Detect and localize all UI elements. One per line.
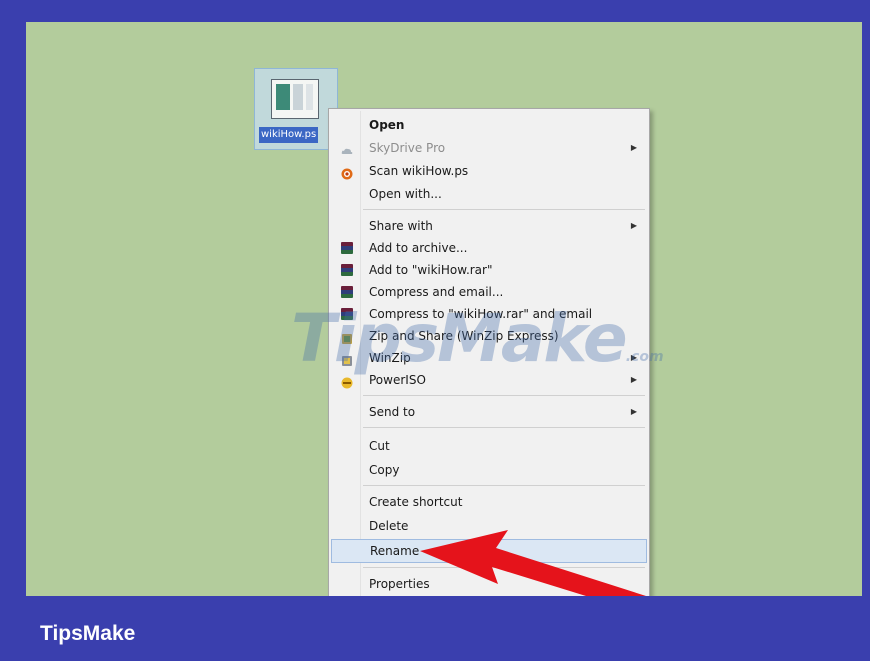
menu-item-label: Rename [370, 544, 420, 558]
menu-item-label: Properties [369, 577, 430, 591]
cloud-icon [341, 142, 353, 154]
menu-item-rename[interactable]: Rename [331, 539, 647, 563]
menu-item-winzip[interactable]: WinZip ▶ [331, 347, 647, 369]
menu-separator [363, 485, 645, 486]
rar-icon [341, 308, 353, 320]
footer-bar: TipsMake [0, 596, 870, 661]
winzip-icon [341, 330, 353, 344]
poweriso-icon [341, 374, 353, 389]
menu-item-poweriso[interactable]: PowerISO ▶ [331, 369, 647, 391]
menu-separator [363, 209, 645, 210]
menu-item-label: Open with... [369, 187, 442, 201]
document-thumbnail-icon [271, 79, 319, 119]
menu-item-label: PowerISO [369, 373, 426, 387]
submenu-arrow-icon: ▶ [630, 143, 637, 152]
menu-item-delete[interactable]: Delete [331, 515, 647, 537]
winzip-icon [341, 352, 353, 366]
menu-item-label: SkyDrive Pro [369, 141, 446, 155]
menu-item-label: Zip and Share (WinZip Express) [369, 329, 559, 343]
menu-item-cut[interactable]: Cut [331, 435, 647, 457]
submenu-arrow-icon: ▶ [630, 407, 637, 416]
menu-item-share-with[interactable]: Share with ▶ [331, 215, 647, 237]
menu-separator [363, 427, 645, 428]
antivirus-icon [341, 165, 353, 180]
brand-logo-text: TipsMake [40, 622, 136, 645]
menu-item-skydrive-pro[interactable]: SkyDrive Pro ▶ [331, 137, 647, 159]
menu-item-add-to-archive[interactable]: Add to archive... [331, 237, 647, 259]
menu-item-label: Delete [369, 519, 409, 533]
menu-item-label: Compress to "wikiHow.rar" and email [369, 307, 593, 321]
menu-item-add-to-rar[interactable]: Add to "wikiHow.rar" [331, 259, 647, 281]
desktop: wikiHow.ps Open SkyDrive Pro ▶ Scan wiki… [26, 22, 862, 596]
menu-item-label: Open [369, 118, 405, 132]
menu-item-label: Add to archive... [369, 241, 468, 255]
rar-icon [341, 242, 353, 254]
menu-item-label: Add to "wikiHow.rar" [369, 263, 493, 277]
menu-item-label: WinZip [369, 351, 411, 365]
submenu-arrow-icon: ▶ [630, 221, 637, 230]
submenu-arrow-icon: ▶ [630, 375, 637, 384]
menu-item-label: Cut [369, 439, 390, 453]
menu-item-label: Copy [369, 463, 400, 477]
menu-item-open[interactable]: Open [331, 114, 647, 136]
menu-item-properties[interactable]: Properties [331, 573, 647, 595]
file-name-label: wikiHow.ps [259, 127, 319, 143]
file-icon-wikihow-ps[interactable]: wikiHow.ps [254, 68, 338, 150]
menu-item-label: Scan wikiHow.ps [369, 164, 469, 178]
menu-separator [363, 567, 645, 568]
menu-item-label: Compress and email... [369, 285, 504, 299]
menu-item-zip-and-share[interactable]: Zip and Share (WinZip Express) [331, 325, 647, 347]
menu-item-compress-to-rar-and-email[interactable]: Compress to "wikiHow.rar" and email [331, 303, 647, 325]
submenu-arrow-icon: ▶ [630, 353, 637, 362]
menu-item-compress-and-email[interactable]: Compress and email... [331, 281, 647, 303]
menu-item-label: Send to [369, 405, 416, 419]
menu-item-label: Share with [369, 219, 433, 233]
menu-item-label: Create shortcut [369, 495, 463, 509]
menu-item-open-with[interactable]: Open with... [331, 183, 647, 205]
menu-item-create-shortcut[interactable]: Create shortcut [331, 491, 647, 513]
menu-item-scan[interactable]: Scan wikiHow.ps [331, 160, 647, 182]
menu-item-copy[interactable]: Copy [331, 459, 647, 481]
menu-item-send-to[interactable]: Send to ▶ [331, 401, 647, 423]
rar-icon [341, 264, 353, 276]
context-menu: Open SkyDrive Pro ▶ Scan wikiHow.ps Open… [328, 108, 650, 596]
menu-separator [363, 395, 645, 396]
rar-icon [341, 286, 353, 298]
